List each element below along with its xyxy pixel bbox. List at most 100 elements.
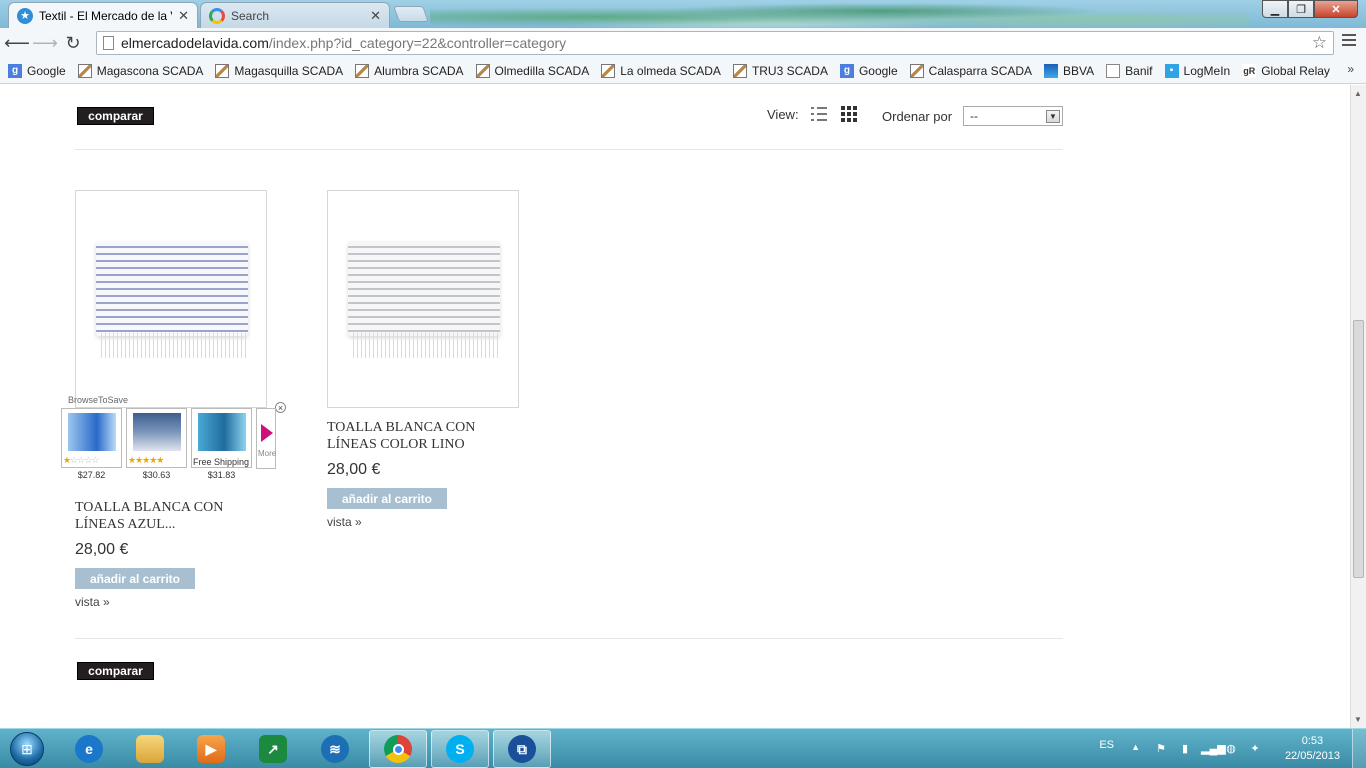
- search-favicon-icon: [209, 7, 225, 24]
- taskbar-remote-desktop[interactable]: ⧉: [493, 730, 551, 768]
- taskbar-wireless-app[interactable]: ≋: [306, 730, 364, 768]
- bookmark-item[interactable]: Banif: [1106, 63, 1153, 78]
- taskbar-chrome[interactable]: [369, 730, 427, 768]
- bookmark-item[interactable]: Olmedilla SCADA: [475, 63, 589, 78]
- product-image-azul[interactable]: [75, 190, 267, 408]
- scrollbar-thumb[interactable]: [1353, 320, 1364, 578]
- menu-icon[interactable]: [1342, 34, 1356, 46]
- bookmark-label: TRU3 SCADA: [751, 63, 828, 78]
- bookmark-label: Calasparra SCADA: [928, 63, 1033, 78]
- new-tab-button[interactable]: [393, 6, 429, 22]
- taskbar-media-player[interactable]: ▶: [182, 730, 240, 768]
- view-label: View:: [767, 107, 799, 122]
- show-hidden-icons-icon[interactable]: ▲: [1131, 742, 1140, 752]
- reload-button[interactable]: ↻: [59, 29, 87, 57]
- scada-icon: [601, 63, 616, 78]
- taskbar-internet-explorer[interactable]: e: [60, 730, 118, 768]
- tab-search[interactable]: Search ✕: [200, 2, 390, 28]
- maximize-button[interactable]: ❐: [1288, 0, 1314, 18]
- scroll-up-icon[interactable]: ▲: [1354, 89, 1362, 98]
- scada-icon: [475, 63, 490, 78]
- system-tray: ES ▲ ⚑ ▮ ▂▄▆ ◍ ✦ 0:53 22/05/2013: [1066, 729, 1366, 768]
- towel-fringe: [350, 333, 498, 358]
- taskbar-skype[interactable]: S: [431, 730, 489, 768]
- arrow-right-icon: [261, 424, 273, 442]
- media-player-icon: ▶: [197, 735, 225, 763]
- clock[interactable]: 0:53 22/05/2013: [1285, 734, 1340, 764]
- bookmark-item[interactable]: g Google: [839, 63, 898, 78]
- windows-logo-icon: ⊞: [10, 732, 44, 766]
- bookmark-star-icon[interactable]: ☆: [1312, 33, 1327, 53]
- product-price: 28,00 €: [75, 541, 129, 558]
- bookmark-item[interactable]: ▪ LogMeIn: [1164, 63, 1231, 78]
- grid-view-icon[interactable]: [841, 106, 857, 122]
- window-controls: ▁ ❐ ✕: [1262, 0, 1358, 18]
- view-product-link[interactable]: vista »: [75, 595, 110, 609]
- bookmark-item[interactable]: TRU3 SCADA: [732, 63, 828, 78]
- theme-background: [430, 0, 1250, 28]
- network-signal-icon[interactable]: ▂▄▆: [1201, 742, 1226, 756]
- minimize-button[interactable]: ▁: [1262, 0, 1288, 18]
- start-button[interactable]: ⊞: [2, 729, 52, 768]
- tab-textil[interactable]: ★ Textil - El Mercado de la V ✕: [8, 2, 198, 28]
- product-name-lino[interactable]: TOALLA BLANCA CON LÍNEAS COLOR LINO: [327, 419, 507, 453]
- more-button[interactable]: More: [256, 408, 276, 469]
- scada-icon: [77, 63, 92, 78]
- add-to-cart-button[interactable]: añadir al carrito: [327, 488, 447, 509]
- vertical-scrollbar[interactable]: ▲ ▼: [1350, 85, 1366, 728]
- bookmark-label: LogMeIn: [1183, 63, 1231, 78]
- ad-item[interactable]: ★☆☆☆☆: [61, 408, 122, 468]
- bag-image: [133, 413, 181, 451]
- product-name-line: LÍNEAS AZUL...: [75, 517, 176, 532]
- close-icon[interactable]: ×: [275, 402, 286, 413]
- taskbar-explorer[interactable]: [121, 730, 179, 768]
- close-window-button[interactable]: ✕: [1314, 0, 1358, 18]
- bookmark-item[interactable]: Magascona SCADA: [77, 63, 203, 78]
- bookmark-item[interactable]: Magasquilla SCADA: [215, 63, 343, 78]
- bbva-icon: [1044, 63, 1059, 78]
- bookmark-item[interactable]: Alumbra SCADA: [355, 63, 464, 78]
- bookmark-item[interactable]: gR Global Relay: [1242, 63, 1330, 78]
- browsetosave-widget: BrowseToSave × ★☆☆☆☆ $27.82 ★★★★★ $30.63…: [60, 394, 288, 482]
- bookmark-item[interactable]: g Google: [8, 63, 66, 78]
- product-price: 28,00 €: [327, 461, 381, 478]
- scroll-down-icon[interactable]: ▼: [1354, 715, 1362, 724]
- address-bar[interactable]: elmercadodelavida.com/index.php?id_categ…: [96, 31, 1334, 55]
- bookmarks-overflow-button[interactable]: »: [1347, 62, 1354, 76]
- taskbar-stock-app[interactable]: ↗: [244, 730, 302, 768]
- arrow-left-icon: ⟵: [4, 32, 30, 53]
- bookmark-label: La olmeda SCADA: [620, 63, 721, 78]
- show-desktop-button[interactable]: [1352, 729, 1366, 768]
- sort-value: --: [970, 109, 978, 123]
- chrome-icon: [384, 735, 412, 763]
- clock-date: 22/05/2013: [1284, 750, 1340, 762]
- dropbox-icon[interactable]: ✦: [1248, 742, 1262, 756]
- bookmark-item[interactable]: La olmeda SCADA: [601, 63, 721, 78]
- chart-icon: ↗: [259, 735, 287, 763]
- language-indicator[interactable]: ES: [1099, 739, 1114, 751]
- volume-muted-icon[interactable]: ◍: [1224, 742, 1238, 756]
- compare-button-bottom[interactable]: comparar: [77, 662, 154, 680]
- compare-button-top[interactable]: comparar: [77, 107, 154, 125]
- product-name-azul[interactable]: TOALLA BLANCA CON LÍNEAS AZUL...: [75, 499, 255, 533]
- tab-close-icon[interactable]: ✕: [178, 8, 189, 24]
- browser-toolbar: ⟵ ⟶ ↻ elmercadodelavida.com/index.php?id…: [0, 28, 1366, 58]
- view-product-link[interactable]: vista »: [327, 515, 362, 529]
- product-image-lino[interactable]: [327, 190, 519, 408]
- scada-icon: [732, 63, 747, 78]
- back-button[interactable]: ⟵: [3, 29, 31, 57]
- add-to-cart-button[interactable]: añadir al carrito: [75, 568, 195, 589]
- list-view-icon[interactable]: [811, 107, 827, 121]
- tab-close-icon[interactable]: ✕: [370, 8, 381, 24]
- battery-icon[interactable]: ▮: [1178, 742, 1192, 756]
- clock-time: 0:53: [1301, 735, 1324, 747]
- ad-item[interactable]: Free Shipping: [191, 408, 252, 468]
- forward-button[interactable]: ⟶: [31, 29, 59, 57]
- bookmark-item[interactable]: Calasparra SCADA: [909, 63, 1033, 78]
- ad-item[interactable]: ★★★★★: [126, 408, 187, 468]
- sort-select[interactable]: -- ▼: [963, 106, 1063, 126]
- bookmark-item[interactable]: BBVA: [1044, 63, 1094, 78]
- scada-icon: [909, 63, 924, 78]
- action-center-flag-icon[interactable]: ⚑: [1154, 742, 1168, 756]
- towel-image: [96, 241, 248, 336]
